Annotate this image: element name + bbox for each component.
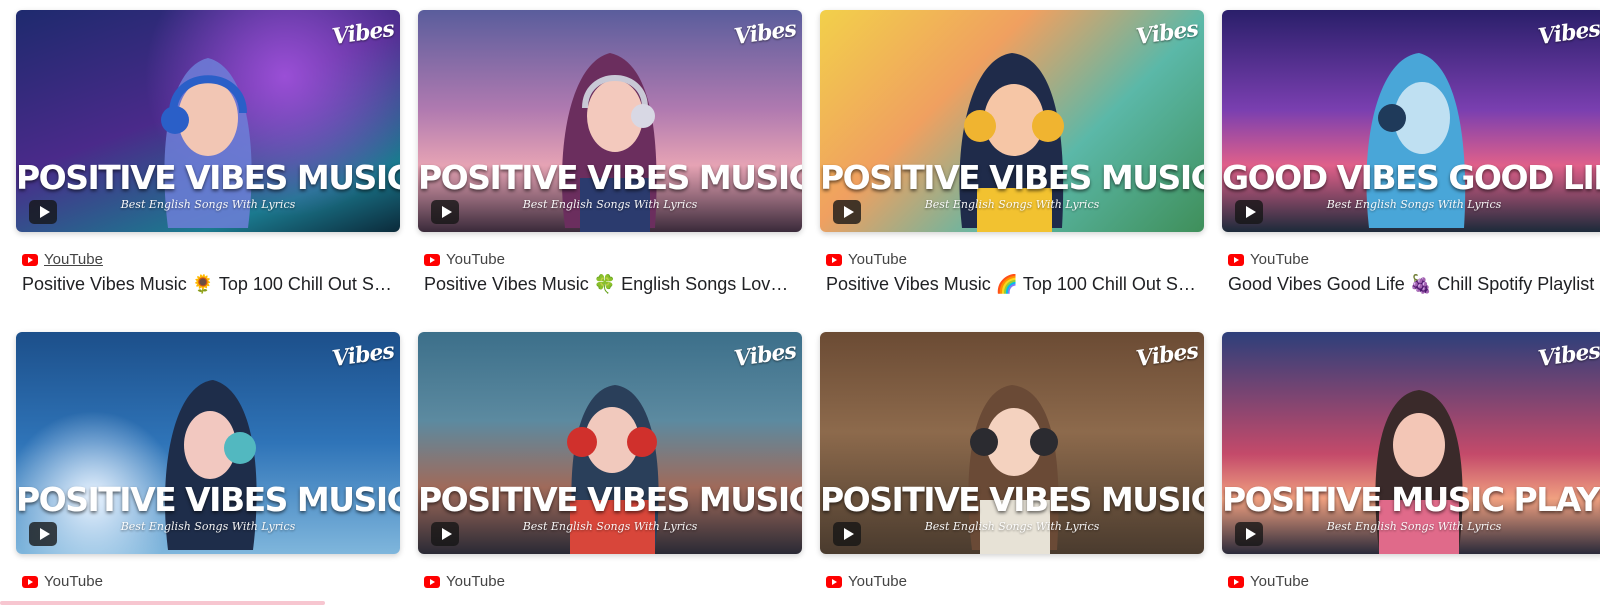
source-label[interactable]: YouTube <box>848 573 907 590</box>
youtube-icon <box>22 253 38 266</box>
thumbnail-headline: POSITIVE MUSIC PLAYLIST <box>1222 480 1600 519</box>
thumbnail-subline: Best English Songs With Lyrics <box>522 198 698 211</box>
thumbnail-headline: POSITIVE VIBES MUSIC <box>16 480 400 519</box>
thumbnail-subline: Best English Songs With Lyrics <box>924 520 1100 533</box>
play-icon[interactable] <box>431 200 459 224</box>
youtube-icon <box>424 253 440 266</box>
source-row[interactable]: YouTube <box>1228 251 1309 268</box>
video-title[interactable]: Positive Vibes Music 🌈 Top 100 Chill Out… <box>826 274 1198 295</box>
video-card[interactable]: Vibes POSITIVE VIBES MUSIC Best English … <box>16 332 400 590</box>
hover-indicator <box>0 601 325 605</box>
source-row[interactable]: YouTube <box>424 573 505 590</box>
video-thumbnail[interactable]: Vibes POSITIVE VIBES MUSIC Best English … <box>820 332 1204 554</box>
thumbnail-headline: POSITIVE VIBES MUSIC <box>820 158 1204 197</box>
play-icon[interactable] <box>29 200 57 224</box>
video-thumbnail[interactable]: Vibes POSITIVE VIBES MUSIC Best English … <box>418 10 802 232</box>
thumbnail-subline: Best English Songs With Lyrics <box>924 198 1100 211</box>
youtube-icon <box>1228 253 1244 266</box>
source-row[interactable]: YouTube <box>22 251 103 268</box>
youtube-icon <box>826 575 842 588</box>
source-label[interactable]: YouTube <box>1250 573 1309 590</box>
video-thumbnail[interactable]: Vibes POSITIVE VIBES MUSIC Best English … <box>16 10 400 232</box>
source-row[interactable]: YouTube <box>826 251 907 268</box>
video-thumbnail[interactable]: Vibes POSITIVE MUSIC PLAYLIST Best Engli… <box>1222 332 1600 554</box>
video-title[interactable]: Positive Vibes Music 🍀 English Songs Lov… <box>424 274 796 295</box>
thumbnail-subline: Best English Songs With Lyrics <box>522 520 698 533</box>
play-icon[interactable] <box>833 522 861 546</box>
source-row[interactable]: YouTube <box>1228 573 1309 590</box>
video-card[interactable]: Vibes POSITIVE VIBES MUSIC Best English … <box>820 332 1204 590</box>
video-thumbnail[interactable]: Vibes POSITIVE VIBES MUSIC Best English … <box>418 332 802 554</box>
video-card[interactable]: Vibes POSITIVE VIBES MUSIC Best English … <box>16 10 400 294</box>
video-card[interactable]: Vibes POSITIVE VIBES MUSIC Best English … <box>820 10 1204 294</box>
source-row[interactable]: YouTube <box>826 573 907 590</box>
play-icon[interactable] <box>833 200 861 224</box>
video-card[interactable]: Vibes POSITIVE VIBES MUSIC Best English … <box>418 10 802 294</box>
youtube-icon <box>826 253 842 266</box>
results-grid: Vibes POSITIVE VIBES MUSIC Best English … <box>0 0 1600 605</box>
youtube-icon <box>424 575 440 588</box>
play-icon[interactable] <box>1235 200 1263 224</box>
video-title[interactable]: Positive Vibes Music 🌻 Top 100 Chill Out… <box>22 274 394 295</box>
thumbnail-subline: Best English Songs With Lyrics <box>1326 198 1502 211</box>
thumbnail-subline: Best English Songs With Lyrics <box>120 198 296 211</box>
play-icon[interactable] <box>431 522 459 546</box>
video-card[interactable]: Vibes POSITIVE MUSIC PLAYLIST Best Engli… <box>1222 332 1600 590</box>
play-icon[interactable] <box>29 522 57 546</box>
source-label[interactable]: YouTube <box>1250 251 1309 268</box>
video-thumbnail[interactable]: Vibes GOOD VIBES GOOD LIFE Best English … <box>1222 10 1600 232</box>
thumbnail-subline: Best English Songs With Lyrics <box>1326 520 1502 533</box>
video-card[interactable]: Vibes GOOD VIBES GOOD LIFE Best English … <box>1222 10 1600 294</box>
source-row[interactable]: YouTube <box>22 573 103 590</box>
video-title[interactable]: Good Vibes Good Life 🍇 Chill Spotify Pla… <box>1228 274 1600 295</box>
thumbnail-headline: POSITIVE VIBES MUSIC <box>16 158 400 197</box>
thumbnail-subline: Best English Songs With Lyrics <box>120 520 296 533</box>
youtube-icon <box>1228 575 1244 588</box>
video-thumbnail[interactable]: Vibes POSITIVE VIBES MUSIC Best English … <box>820 10 1204 232</box>
source-label[interactable]: YouTube <box>446 573 505 590</box>
thumbnail-headline: POSITIVE VIBES MUSIC <box>820 480 1204 519</box>
play-icon[interactable] <box>1235 522 1263 546</box>
video-card[interactable]: Vibes POSITIVE VIBES MUSIC Best English … <box>418 332 802 590</box>
source-row[interactable]: YouTube <box>424 251 505 268</box>
source-label[interactable]: YouTube <box>848 251 907 268</box>
source-label[interactable]: YouTube <box>44 573 103 590</box>
thumbnail-headline: POSITIVE VIBES MUSIC <box>418 480 802 519</box>
youtube-icon <box>22 575 38 588</box>
source-label[interactable]: YouTube <box>446 251 505 268</box>
thumbnail-headline: POSITIVE VIBES MUSIC <box>418 158 802 197</box>
source-label[interactable]: YouTube <box>44 251 103 268</box>
video-thumbnail[interactable]: Vibes POSITIVE VIBES MUSIC Best English … <box>16 332 400 554</box>
thumbnail-headline: GOOD VIBES GOOD LIFE <box>1222 158 1600 197</box>
